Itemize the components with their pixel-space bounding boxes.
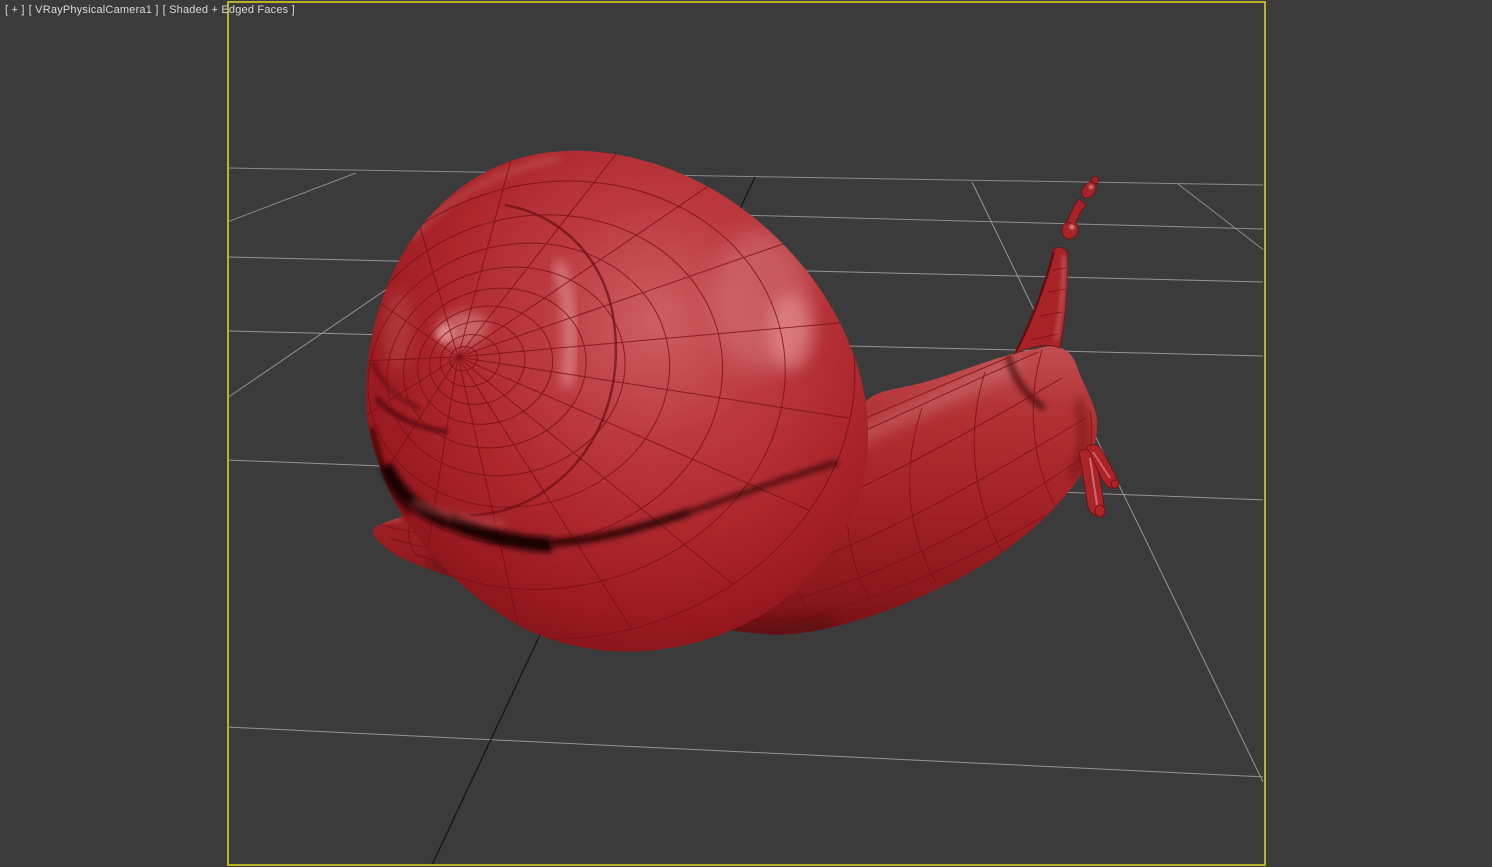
left-sheen (384, 290, 412, 370)
viewport-shading-menu[interactable]: [ Shaded + Edged Faces ] (163, 4, 295, 16)
viewport-pov-menu[interactable]: [ VRayPhysicalCamera1 ] (29, 4, 159, 16)
viewport-general-menu[interactable]: [ + ] (5, 4, 25, 16)
dome-hotspot (768, 294, 812, 370)
viewport-canvas[interactable] (0, 0, 1492, 867)
max-viewport-area: [ + ] [ VRayPhysicalCamera1 ] [ Shaded + E… (0, 0, 1492, 867)
viewport-label: [ + ] [ VRayPhysicalCamera1 ] [ Shaded + E… (5, 4, 299, 17)
